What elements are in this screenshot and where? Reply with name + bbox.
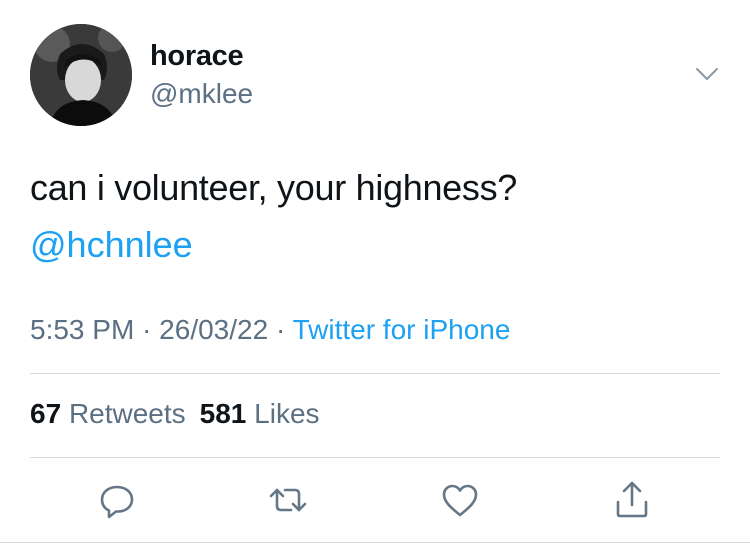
retweets-count: 67: [30, 398, 62, 429]
avatar[interactable]: [30, 24, 132, 126]
like-button[interactable]: [438, 478, 482, 522]
likes-count: 581: [199, 398, 247, 429]
tweet-time: 5:53 PM: [30, 314, 135, 345]
chevron-down-icon[interactable]: [692, 62, 722, 86]
meta-separator: ·: [134, 314, 160, 345]
likes-stat[interactable]: 581 Likes: [200, 398, 320, 429]
heart-icon: [442, 484, 478, 517]
retweets-label: Retweets: [68, 398, 186, 429]
tweet-metadata: 5:53 PM · 26/03/22 · Twitter for iPhone: [30, 314, 510, 346]
likes-label: Likes: [254, 398, 320, 429]
share-button[interactable]: [610, 478, 654, 522]
retweet-icon: [269, 488, 307, 512]
tweet-detail: horace @mklee can i volunteer, your high…: [0, 0, 750, 545]
tweet-date: 26/03/22: [159, 314, 269, 345]
retweets-stat[interactable]: 67 Retweets: [30, 398, 186, 429]
display-name[interactable]: horace: [150, 40, 244, 73]
tweet-text: can i volunteer, your highness?: [30, 167, 518, 208]
reply-icon: [100, 485, 134, 519]
tweet-stats: 67 Retweets 581 Likes: [30, 398, 320, 430]
divider: [0, 542, 750, 543]
tweet-source-link[interactable]: Twitter for iPhone: [293, 314, 511, 345]
divider: [30, 373, 720, 374]
mention-link[interactable]: @hchnlee: [30, 224, 193, 266]
meta-separator: ·: [268, 314, 293, 345]
divider: [30, 457, 720, 458]
retweet-button[interactable]: [266, 478, 310, 522]
share-icon: [616, 481, 648, 518]
user-handle[interactable]: @mklee: [150, 78, 253, 110]
reply-button[interactable]: [95, 478, 139, 522]
